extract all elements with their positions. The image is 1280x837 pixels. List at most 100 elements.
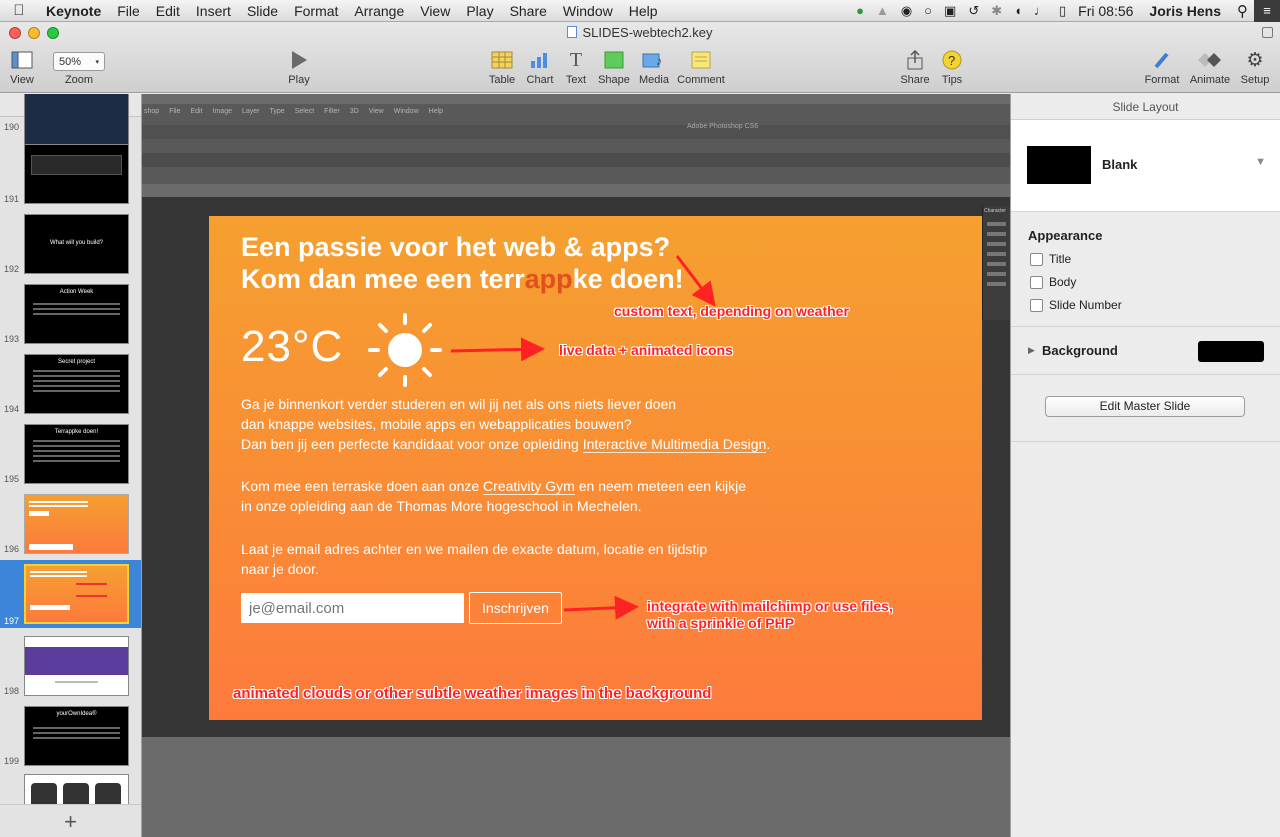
zoom-select[interactable]: 50% ▾ xyxy=(53,52,105,71)
menu-file[interactable]: File xyxy=(109,3,148,19)
slide-thumbnail-195[interactable]: 195 Terrappke doen! xyxy=(0,422,141,486)
slide-number: 193 xyxy=(4,334,20,344)
lock-status-icon[interactable]: ▲ xyxy=(870,3,895,18)
slide-layout-picker[interactable]: Blank ▼ xyxy=(1011,120,1280,212)
window-toolbar: SLIDES-webtech2.key View 50% ▾ Zoom Play … xyxy=(0,22,1280,93)
menu-slide[interactable]: Slide xyxy=(239,3,286,19)
view-label: View xyxy=(10,74,34,86)
slide-canvas[interactable]: shop File Edit Image Layer Type Select F… xyxy=(142,94,1010,837)
body-checkbox-row[interactable]: Body xyxy=(1011,266,1280,289)
slide-thumbnail-190[interactable]: 190 xyxy=(0,94,141,148)
user-menu[interactable]: Joris Hens xyxy=(1139,3,1231,19)
menu-bar:  Keynote File Edit Insert Slide Format … xyxy=(0,0,1280,22)
menu-window[interactable]: Window xyxy=(555,3,621,19)
time-machine-icon[interactable]: ↺ xyxy=(962,3,985,19)
slide-thumbnail-196[interactable]: 196 xyxy=(0,492,141,556)
zoom-control[interactable]: 50% ▾ Zoom xyxy=(52,48,106,86)
menu-format[interactable]: Format xyxy=(286,3,346,19)
edit-master-slide-button[interactable]: Edit Master Slide xyxy=(1045,396,1245,417)
minimize-window-button[interactable] xyxy=(28,27,40,39)
menu-view[interactable]: View xyxy=(412,3,458,19)
slide-thumbnail-197-selected[interactable]: 197 xyxy=(0,560,141,628)
share-button[interactable]: Share xyxy=(900,48,930,86)
slide-thumbnail-194[interactable]: 194 Secret project xyxy=(0,352,141,416)
disclosure-triangle-icon[interactable]: ▶ xyxy=(1028,345,1035,356)
robot-status-icon[interactable]: ○ xyxy=(918,3,938,18)
close-window-button[interactable] xyxy=(9,27,21,39)
slide-number-checkbox-row[interactable]: Slide Number xyxy=(1011,289,1280,312)
menu-share[interactable]: Share xyxy=(502,3,555,19)
text-label: Text xyxy=(565,74,587,86)
chevron-down-icon[interactable]: ▼ xyxy=(1255,156,1266,168)
comment-label: Comment xyxy=(677,74,725,86)
bluetooth-icon[interactable]: ✱ xyxy=(985,3,1008,19)
ps-menu-item: Edit xyxy=(190,108,203,115)
plus-icon: + xyxy=(64,809,77,834)
play-button[interactable]: Play xyxy=(284,48,314,86)
add-slide-button[interactable]: + xyxy=(0,804,141,837)
photoshop-screenshot-background: shop File Edit Image Layer Type Select F… xyxy=(142,104,1010,184)
battery-icon[interactable]: ▯ xyxy=(1053,3,1072,19)
tips-button[interactable]: ? Tips xyxy=(938,48,966,86)
wifi-icon[interactable]: ◖ xyxy=(1008,3,1028,18)
ps-menu-item: Select xyxy=(294,108,315,115)
slide-thumbnail-192[interactable]: 192 What will you build? xyxy=(0,212,141,276)
character-panel-title: Character xyxy=(984,208,1006,214)
title-checkbox-row[interactable]: Title xyxy=(1011,243,1280,266)
play-icon xyxy=(292,51,307,69)
clock[interactable]: Fri 08:56 xyxy=(1072,3,1139,19)
format-inspector: Slide Layout Blank ▼ Appearance Title Bo… xyxy=(1010,94,1280,837)
evernote-status-icon[interactable]: ● xyxy=(850,3,870,18)
menu-help[interactable]: Help xyxy=(621,3,666,19)
slide-thumbnail-193[interactable]: 193 Action Week xyxy=(0,282,141,346)
volume-icon[interactable]: ♩ xyxy=(1028,3,1053,18)
media-button[interactable]: ♪ Media xyxy=(637,48,671,86)
slide[interactable]: Een passie voor het web & apps? Kom dan … xyxy=(209,216,982,720)
text-button[interactable]: T Text xyxy=(562,48,590,87)
slide-thumbnail-198[interactable]: 198 xyxy=(0,634,141,698)
zoom-window-button[interactable] xyxy=(47,27,59,39)
shape-button[interactable]: Shape xyxy=(597,48,631,86)
body-checkbox-label: Body xyxy=(1049,275,1077,289)
slide-number: 191 xyxy=(4,194,20,204)
thumbnail-image: yourOwnIdea® xyxy=(24,706,129,766)
padlock-status-icon[interactable]: ▣ xyxy=(938,3,962,19)
table-button[interactable]: Table xyxy=(486,48,518,86)
shield-status-icon[interactable]: ◉ xyxy=(895,3,918,19)
menu-app[interactable]: Keynote xyxy=(38,3,109,19)
notification-center-icon[interactable]: ≡ xyxy=(1254,0,1280,22)
fullscreen-button[interactable] xyxy=(1262,27,1273,38)
slide-number-checkbox[interactable] xyxy=(1030,298,1043,312)
annotation-arrows xyxy=(450,255,716,620)
menu-arrange[interactable]: Arrange xyxy=(346,3,412,19)
menu-insert[interactable]: Insert xyxy=(188,3,239,19)
slide-thumbnail-199[interactable]: 199 yourOwnIdea® xyxy=(0,704,141,768)
menu-play[interactable]: Play xyxy=(458,3,501,19)
spotlight-search-icon[interactable]: ⚲ xyxy=(1231,2,1254,20)
comment-icon xyxy=(691,51,711,69)
view-button[interactable]: View xyxy=(6,48,38,86)
appearance-heading: Appearance xyxy=(1028,228,1103,243)
ps-menu-item: Layer xyxy=(242,108,260,115)
inspector-title: Slide Layout xyxy=(1011,94,1280,120)
thumbnail-image: Action Week xyxy=(24,284,129,344)
animate-button[interactable]: Animate xyxy=(1188,48,1232,86)
tips-icon: ? xyxy=(942,50,962,70)
table-label: Table xyxy=(488,74,516,86)
chart-button[interactable]: Chart xyxy=(524,48,556,86)
background-color-well[interactable] xyxy=(1198,341,1264,362)
tips-label: Tips xyxy=(941,74,963,86)
apple-menu-icon[interactable]:  xyxy=(0,2,38,19)
slide-thumbnail-191[interactable]: 191 xyxy=(0,142,141,206)
menu-edit[interactable]: Edit xyxy=(148,3,188,19)
background-section[interactable]: ▶ Background xyxy=(1011,326,1280,374)
format-button[interactable]: Format xyxy=(1143,48,1181,86)
document-title: SLIDES-webtech2.key xyxy=(540,25,740,40)
body-checkbox[interactable] xyxy=(1030,275,1043,289)
layout-thumbnail xyxy=(1027,146,1091,184)
comment-button[interactable]: Comment xyxy=(676,48,726,86)
setup-button[interactable]: ⚙ Setup xyxy=(1238,48,1272,87)
setup-label: Setup xyxy=(1240,74,1270,86)
title-checkbox[interactable] xyxy=(1030,252,1043,266)
share-icon xyxy=(907,50,923,70)
